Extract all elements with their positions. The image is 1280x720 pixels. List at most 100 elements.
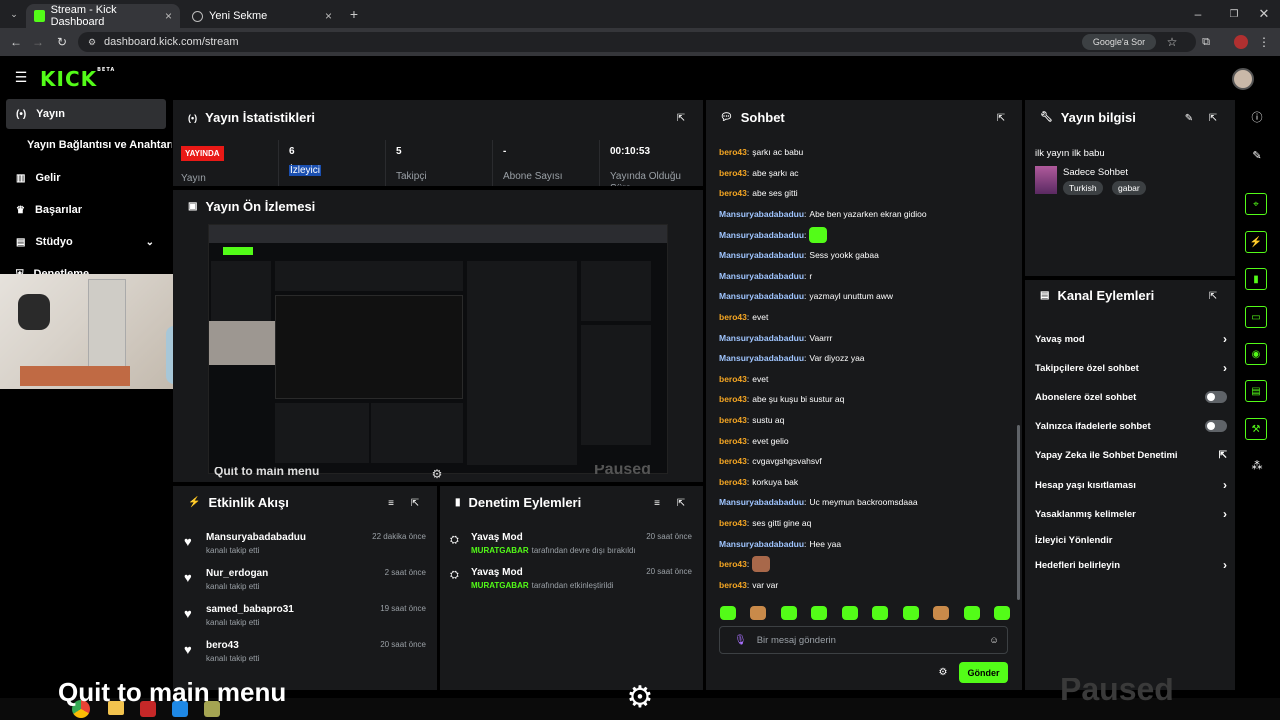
tag-chip[interactable]: Turkish: [1063, 181, 1103, 195]
rail-wrench-icon[interactable]: ⚒: [1245, 418, 1267, 440]
hamburger-menu-icon[interactable]: ☰: [14, 69, 28, 85]
site-info-icon[interactable]: ⚙: [86, 36, 98, 48]
tag-chip[interactable]: gabar: [1112, 181, 1146, 195]
emote-button[interactable]: [993, 606, 1010, 620]
chat-username[interactable]: bero43: [719, 477, 747, 487]
new-tab-button[interactable]: +: [346, 6, 362, 22]
chat-username[interactable]: Mansuryabadabaduu: [719, 291, 804, 301]
tab-stream[interactable]: Stream - Kick Dashboard ×: [26, 4, 180, 28]
chat-username[interactable]: Mansuryabadabaduu: [719, 539, 804, 549]
chat-username[interactable]: bero43: [719, 168, 747, 178]
extensions-icon[interactable]: ⧉: [1198, 34, 1214, 50]
maximize-icon[interactable]: ❐: [1226, 6, 1242, 22]
chat-username[interactable]: bero43: [719, 394, 747, 404]
chat-username[interactable]: Mansuryabadabaduu: [719, 353, 804, 363]
emote-button[interactable]: [933, 606, 950, 620]
emote-button[interactable]: [841, 606, 858, 620]
browser-menu-icon[interactable]: ⋮: [1258, 34, 1270, 50]
emote-button[interactable]: [963, 606, 980, 620]
emote-button[interactable]: [811, 606, 828, 620]
close-icon[interactable]: ×: [165, 9, 172, 23]
chat-username[interactable]: bero43: [719, 456, 747, 466]
info-circle-icon[interactable]: ⓘ: [1250, 110, 1264, 124]
popout-icon[interactable]: ⇱: [1206, 111, 1220, 125]
sidebar-item-yayin[interactable]: (•) Yayın: [6, 99, 166, 129]
user-avatar[interactable]: [1232, 68, 1254, 90]
chat-username[interactable]: bero43: [719, 436, 747, 446]
emote-button[interactable]: [902, 606, 919, 620]
popout-icon[interactable]: ⇱: [408, 496, 422, 510]
popout-icon[interactable]: ⇱: [1206, 289, 1220, 303]
forward-icon[interactable]: →: [30, 34, 46, 50]
chat-username[interactable]: Mansuryabadabaduu: [719, 271, 804, 281]
emote-button[interactable]: [872, 606, 889, 620]
emote-button[interactable]: [780, 606, 797, 620]
chat-username[interactable]: bero43: [719, 188, 747, 198]
edit-pencil-icon[interactable]: ✎: [1250, 148, 1264, 162]
chat-username[interactable]: bero43: [719, 559, 747, 569]
reload-icon[interactable]: ↻: [54, 34, 70, 50]
toggle-switch[interactable]: [1205, 391, 1227, 403]
rail-chat-icon[interactable]: ▭: [1245, 306, 1267, 328]
rail-broadcast-icon[interactable]: ◉: [1245, 343, 1267, 365]
toggle-switch[interactable]: [1205, 420, 1227, 432]
chat-username[interactable]: bero43: [719, 415, 747, 425]
channel-action-item[interactable]: Yapay Zeka ile Sohbet Denetimi ⇱: [1035, 442, 1227, 468]
chat-username[interactable]: Mansuryabadabaduu: [719, 230, 804, 240]
edit-pencil-icon[interactable]: ✎: [1182, 111, 1196, 125]
channel-action-item[interactable]: Yalnızca ifadelerle sohbet: [1035, 413, 1227, 439]
kick-logo[interactable]: KICKBETA: [40, 67, 115, 91]
mod-action-user[interactable]: MURATGABAR: [471, 546, 529, 555]
window-close-icon[interactable]: ✕: [1256, 6, 1272, 22]
channel-action-item[interactable]: İzleyici Yönlendir: [1035, 527, 1227, 553]
sidebar-item-studyo[interactable]: ▤ Stüdyo ⌄: [6, 227, 166, 257]
tab-list-button[interactable]: ⌄: [6, 6, 22, 22]
sidebar-item-gelir[interactable]: ▥ Gelir: [6, 163, 166, 193]
sidebar-item-basarilar[interactable]: ♛ Başarılar: [6, 195, 166, 225]
channel-action-item[interactable]: Yasaklanmış kelimeler ›: [1035, 501, 1227, 527]
rail-lightning-icon[interactable]: ⚡: [1245, 231, 1267, 253]
emoji-icon[interactable]: ☺: [989, 635, 999, 646]
minimize-icon[interactable]: –: [1190, 6, 1206, 22]
chat-username[interactable]: Mansuryabadabaduu: [719, 497, 804, 507]
chat-username[interactable]: bero43: [719, 580, 747, 590]
address-bar[interactable]: dashboard.kick.com/stream: [78, 32, 1196, 52]
channel-action-item[interactable]: Hesap yaşı kısıtlaması ›: [1035, 472, 1227, 498]
rail-channel-icon[interactable]: ▤: [1245, 380, 1267, 402]
rail-apps-icon[interactable]: ⁂: [1250, 458, 1264, 472]
chat-username[interactable]: bero43: [719, 518, 747, 528]
chat-scrollbar[interactable]: [1017, 425, 1020, 600]
microphone-icon[interactable]: 🎙︎: [734, 635, 747, 646]
chat-settings-gear-icon[interactable]: ⚙: [936, 665, 950, 679]
popout-icon[interactable]: ⇱: [674, 111, 688, 125]
filter-icon[interactable]: ≡: [384, 496, 398, 510]
channel-action-item[interactable]: Takipçilere özel sohbet ›: [1035, 355, 1227, 381]
channel-action-item[interactable]: Yavaş mod ›: [1035, 326, 1227, 352]
chat-username[interactable]: Mansuryabadabaduu: [719, 250, 804, 260]
emote-button[interactable]: [750, 606, 767, 620]
profile-avatar[interactable]: [1234, 35, 1248, 49]
rail-target-icon[interactable]: ⌖: [1245, 193, 1267, 215]
chat-input[interactable]: 🎙︎ Bir mesaj gönderin ☺: [719, 626, 1008, 654]
channel-action-item[interactable]: Abonelere özel sohbet: [1035, 384, 1227, 410]
bookmark-star-icon[interactable]: ☆: [1164, 34, 1180, 50]
popout-icon[interactable]: ⇱: [674, 496, 688, 510]
channel-action-item[interactable]: Hedefleri belirleyin ›: [1035, 552, 1227, 578]
emote-button[interactable]: [720, 606, 736, 620]
chat-username[interactable]: bero43: [719, 147, 747, 157]
chat-username[interactable]: Mansuryabadabaduu: [719, 333, 804, 343]
google-ask-button[interactable]: Google'a Sor: [1082, 34, 1156, 50]
preview-video[interactable]: [208, 224, 668, 474]
chat-username[interactable]: bero43: [719, 312, 747, 322]
rail-clipboard-icon[interactable]: ▮: [1245, 268, 1267, 290]
chat-username[interactable]: Mansuryabadabaduu: [719, 209, 804, 219]
filter-icon[interactable]: ≡: [650, 496, 664, 510]
chat-username[interactable]: bero43: [719, 374, 747, 384]
popout-icon[interactable]: ⇱: [994, 111, 1008, 125]
mod-action-user[interactable]: MURATGABAR: [471, 581, 529, 590]
send-button[interactable]: Gönder: [959, 662, 1008, 683]
close-icon[interactable]: ×: [325, 9, 332, 23]
back-icon[interactable]: ←: [8, 34, 24, 50]
sidebar-item-stream-key[interactable]: Yayın Bağlantısı ve Anahtarı: [27, 139, 172, 151]
tab-new[interactable]: Yeni Sekme ×: [184, 4, 340, 28]
